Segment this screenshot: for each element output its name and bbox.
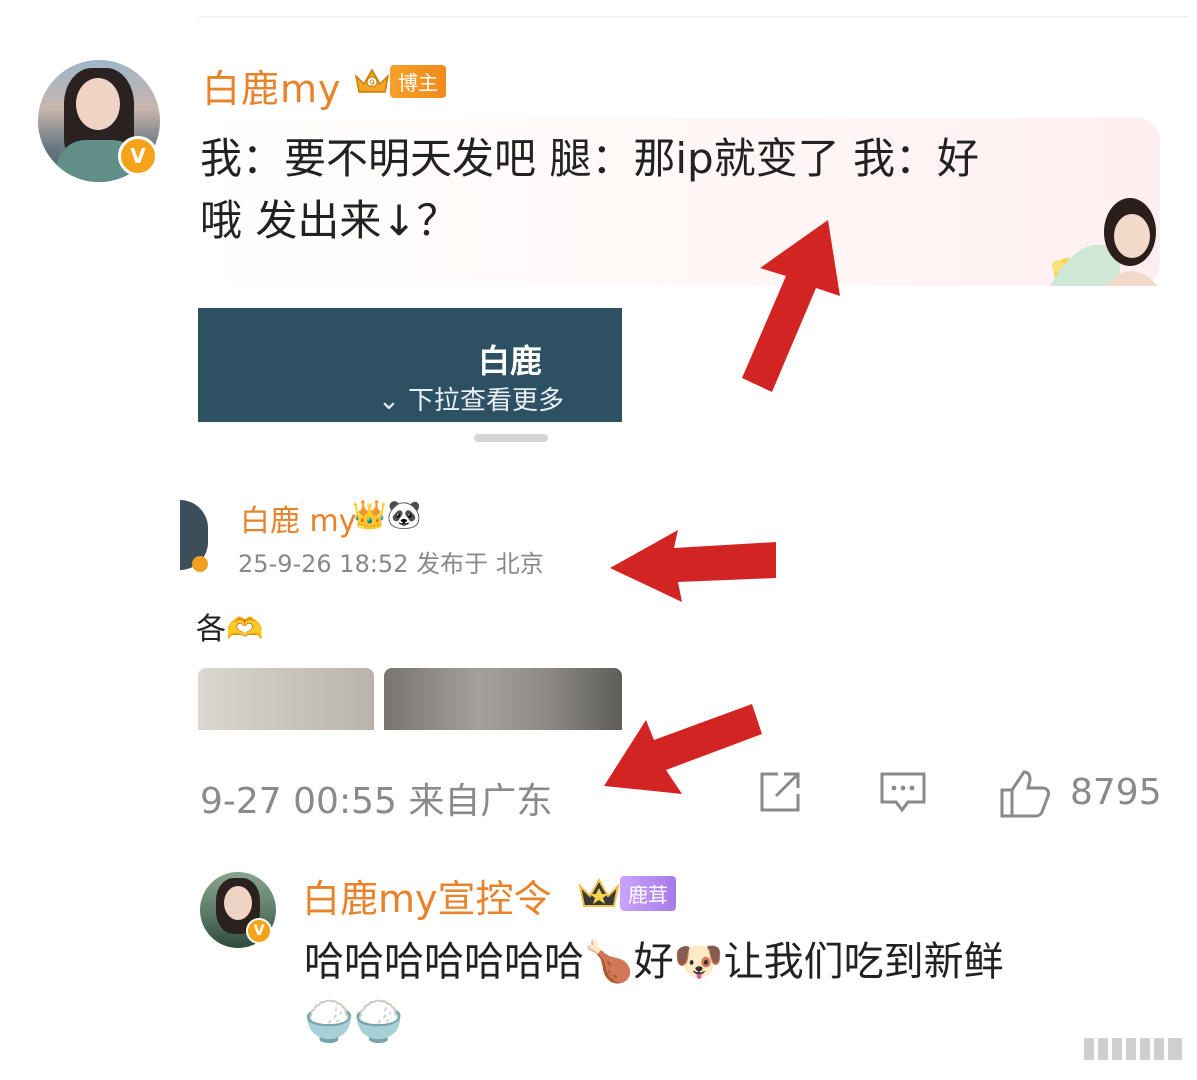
card-title: 白鹿 bbox=[478, 342, 543, 380]
post-text-line: 我：要不明天发吧 腿：那ip就变了 我：好 bbox=[200, 134, 980, 183]
crown-icon: 9 bbox=[352, 64, 392, 98]
reply-rank-badge: 鹿茸 bbox=[576, 874, 676, 912]
top-divider bbox=[198, 16, 1188, 17]
red-arrow-annotation bbox=[604, 704, 762, 794]
inner-post-meta: 25-9-26 18:52 发布于 北京 bbox=[238, 550, 544, 578]
red-arrow-annotation bbox=[742, 220, 840, 392]
crown-icon bbox=[578, 877, 620, 907]
verified-v-icon: V bbox=[246, 918, 272, 944]
inner-author-name: 白鹿 my bbox=[240, 504, 357, 539]
reply-text-line: 🍚🍚 bbox=[304, 999, 404, 1045]
reply-text-line: 哈哈哈哈哈哈哈🍗好🐶让我们吃到新鲜 bbox=[304, 939, 1004, 985]
post-timestamp: 9-27 00:55 来自广东 bbox=[200, 781, 553, 822]
bubble-sticker-avatar bbox=[1040, 190, 1160, 286]
fan-tag: 鹿茸 bbox=[620, 875, 676, 911]
comment-icon[interactable] bbox=[878, 768, 928, 816]
inner-post-text: 各🫶 bbox=[196, 612, 264, 647]
svg-text:9: 9 bbox=[369, 79, 375, 89]
like-count[interactable]: 8795 bbox=[1070, 772, 1162, 813]
thumbs-up-icon[interactable] bbox=[998, 768, 1052, 820]
author-name[interactable]: 白鹿my bbox=[202, 58, 342, 113]
verified-v-icon: V bbox=[118, 136, 158, 176]
post-text: 我：要不明天发吧 腿：那ip就变了 我：好 哦 发出来↓？ bbox=[200, 128, 1100, 252]
inner-badge-icons: 👑🐼 bbox=[352, 498, 422, 531]
inner-image-thumbnail bbox=[384, 668, 622, 730]
drag-handle bbox=[474, 434, 548, 442]
red-arrow-annotation bbox=[610, 530, 776, 602]
inner-image-thumbnail bbox=[198, 668, 374, 730]
rank-tag: 博主 bbox=[390, 64, 446, 98]
reply-text: 哈哈哈哈哈哈哈🍗好🐶让我们吃到新鲜 🍚🍚 bbox=[304, 932, 1164, 1052]
share-icon[interactable] bbox=[756, 768, 804, 816]
author-rank-badge: 9 博主 bbox=[352, 64, 446, 98]
post-text-line: 哦 发出来↓？ bbox=[200, 196, 459, 245]
watermark-icon bbox=[1084, 1038, 1182, 1060]
card-subtitle: ⌄ 下拉查看更多 bbox=[378, 386, 565, 416]
reply-author-name[interactable]: 白鹿my宣控令 bbox=[302, 868, 552, 923]
inner-verified-icon bbox=[192, 556, 208, 572]
